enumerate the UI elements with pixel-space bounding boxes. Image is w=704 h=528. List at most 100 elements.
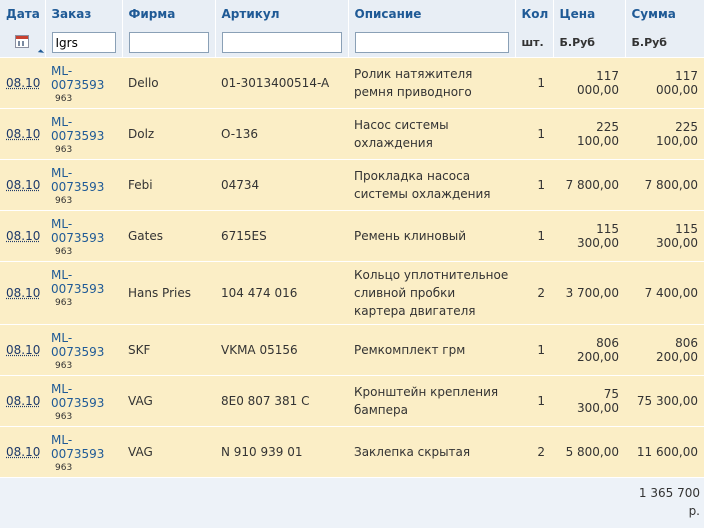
article-cell: N 910 939 01 — [215, 427, 348, 478]
order-sub-number: 963 — [51, 463, 116, 473]
sort-arrow-icon[interactable] — [37, 49, 43, 55]
qty-cell: 1 — [515, 325, 553, 376]
order-link[interactable]: ML-0073593 — [51, 268, 116, 296]
firm-cell: Gates — [122, 211, 215, 262]
article-cell: O-136 — [215, 109, 348, 160]
order-sub-number: 963 — [51, 412, 116, 422]
description-cell: Ремкомплект грм — [348, 325, 515, 376]
price-cell: 75 300,00 — [553, 376, 625, 427]
article-filter-input[interactable] — [222, 32, 342, 53]
article-cell: 6715ES — [215, 211, 348, 262]
date-link[interactable]: 08.10 — [6, 445, 40, 459]
header-article[interactable]: Артикул — [215, 0, 348, 28]
date-link[interactable]: 08.10 — [6, 127, 40, 141]
price-cell: 7 800,00 — [553, 160, 625, 211]
order-link[interactable]: ML-0073593 — [51, 217, 116, 245]
article-cell: 01-3013400514-A — [215, 58, 348, 109]
order-sub-number: 963 — [51, 361, 116, 371]
description-cell: Ролик натяжителя ремня приводного — [348, 58, 515, 109]
date-link[interactable]: 08.10 — [6, 394, 40, 408]
sum-cell: 117 000,00 — [625, 58, 704, 109]
orders-table: Дата Заказ Фирма Артикул Описание Кол Це… — [0, 0, 704, 528]
firm-filter-input[interactable] — [129, 32, 209, 53]
order-sub-number: 963 — [51, 196, 116, 206]
order-link[interactable]: ML-0073593 — [51, 382, 116, 410]
table-row: 08.10ML-0073593963Febi04734Прокладка нас… — [0, 160, 704, 211]
sum-cell: 225 100,00 — [625, 109, 704, 160]
qty-cell: 1 — [515, 211, 553, 262]
header-sum[interactable]: Сумма — [625, 0, 704, 28]
date-link[interactable]: 08.10 — [6, 229, 40, 243]
header-order[interactable]: Заказ — [45, 0, 122, 28]
header-description[interactable]: Описание — [348, 0, 515, 28]
price-cell: 115 300,00 — [553, 211, 625, 262]
sum-cell: 7 800,00 — [625, 160, 704, 211]
qty-cell: 2 — [515, 262, 553, 325]
table-row: 08.10ML-0073593963Hans Pries104 474 016К… — [0, 262, 704, 325]
sum-cell: 115 300,00 — [625, 211, 704, 262]
firm-cell: Dello — [122, 58, 215, 109]
date-link[interactable]: 08.10 — [6, 343, 40, 357]
total-value: 1 365 700р. — [625, 478, 704, 528]
price-cell: 5 800,00 — [553, 427, 625, 478]
description-cell: Насос системы охлаждения — [348, 109, 515, 160]
header-date[interactable]: Дата — [0, 0, 45, 28]
sum-cell: 7 400,00 — [625, 262, 704, 325]
order-sub-number: 963 — [51, 145, 116, 155]
table-row: 08.10 ML-0073593 963 DolzO-136Насос системы… — [0, 109, 704, 160]
price-cell: 225 100,00 — [553, 109, 625, 160]
firm-cell: VAG — [122, 376, 215, 427]
total-row: 1 365 700р. — [0, 478, 704, 528]
order-sub-number: 963 — [51, 298, 116, 308]
order-link[interactable]: ML-0073593 — [51, 433, 116, 461]
description-cell: Ремень клиновый — [348, 211, 515, 262]
description-cell: Заклепка скрытая — [348, 427, 515, 478]
description-filter-input[interactable] — [355, 32, 509, 53]
article-cell: 04734 — [215, 160, 348, 211]
qty-cell: 1 — [515, 109, 553, 160]
qty-cell: 1 — [515, 58, 553, 109]
order-link[interactable]: ML-0073593 — [51, 115, 116, 143]
article-cell: 104 474 016 — [215, 262, 348, 325]
firm-cell: VAG — [122, 427, 215, 478]
table-row: 08.10 ML-0073593 963 Gates6715ESРемень клин… — [0, 211, 704, 262]
date-link[interactable]: 08.10 — [6, 178, 40, 192]
sum-cell: 806 200,00 — [625, 325, 704, 376]
table-row: 08.10 ML-0073593 963 VAG8E0 807 381 CКроншт… — [0, 376, 704, 427]
price-cell: 806 200,00 — [553, 325, 625, 376]
firm-cell: Dolz — [122, 109, 215, 160]
firm-cell: SKF — [122, 325, 215, 376]
header-firm[interactable]: Фирма — [122, 0, 215, 28]
qty-cell: 1 — [515, 160, 553, 211]
description-cell: Прокладка насоса системы охлаждения — [348, 160, 515, 211]
price-cell: 117 000,00 — [553, 58, 625, 109]
order-link[interactable]: ML-0073593 — [51, 331, 116, 359]
qty-cell: 2 — [515, 427, 553, 478]
calendar-icon[interactable] — [15, 35, 29, 48]
order-sub-number: 963 — [51, 247, 116, 257]
header-qty[interactable]: Кол — [515, 0, 553, 28]
article-cell: VKMA 05156 — [215, 325, 348, 376]
price-cell: 3 700,00 — [553, 262, 625, 325]
header-price[interactable]: Цена — [553, 0, 625, 28]
table-row: 08.10 ML-0073593 963 VAGN 910 939 01Заклепк… — [0, 427, 704, 478]
date-filter-cell — [0, 28, 45, 58]
date-link[interactable]: 08.10 — [6, 286, 40, 300]
total-unit: р. — [689, 504, 700, 518]
table-row: 08.10 ML-0073593 963 SKFVKMA 05156Ремкомпле… — [0, 325, 704, 376]
qty-cell: 1 — [515, 376, 553, 427]
article-cell: 8E0 807 381 C — [215, 376, 348, 427]
order-link[interactable]: ML-0073593 — [51, 166, 116, 194]
firm-cell: Hans Pries — [122, 262, 215, 325]
date-link[interactable]: 08.10 — [6, 76, 40, 90]
order-link[interactable]: ML-0073593 — [51, 64, 116, 92]
table-row: 08.10 ML-0073593 963 Dello01-3013400514-AРо… — [0, 58, 704, 109]
sum-unit: Б.Руб — [625, 28, 704, 58]
filter-row: шт. Б.Руб Б.Руб — [0, 28, 704, 58]
order-sub-number: 963 — [51, 94, 116, 104]
sum-cell: 75 300,00 — [625, 376, 704, 427]
order-filter-input[interactable] — [52, 32, 116, 53]
sum-cell: 11 600,00 — [625, 427, 704, 478]
description-cell: Кронштейн крепления бампера — [348, 376, 515, 427]
price-unit: Б.Руб — [553, 28, 625, 58]
